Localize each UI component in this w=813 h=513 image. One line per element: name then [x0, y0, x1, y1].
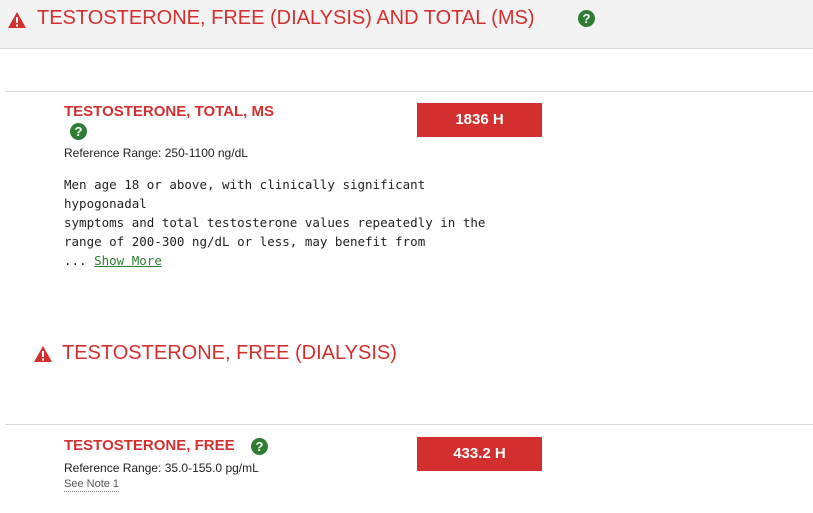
divider — [5, 91, 813, 92]
help-icon[interactable]: ? — [578, 10, 595, 27]
comment-ellipsis: ... — [64, 253, 95, 268]
help-icon[interactable]: ? — [251, 438, 268, 455]
show-more-link[interactable]: Show More — [94, 253, 162, 268]
warning-triangle-icon — [34, 346, 52, 362]
result-value-free: 433.2 H — [417, 437, 542, 471]
panel-header: TESTOSTERONE, FREE (DIALYSIS) AND TOTAL … — [0, 0, 813, 49]
help-icon[interactable]: ? — [70, 123, 87, 140]
test-name-total: TESTOSTERONE, TOTAL, MS — [64, 103, 275, 120]
comment-line: hypogonadal — [64, 196, 147, 211]
comment-line: symptoms and total testosterone values r… — [64, 215, 486, 230]
reference-range-free: Reference Range: 35.0-155.0 pg/mL — [64, 461, 259, 475]
result-comment: Men age 18 or above, with clinically sig… — [64, 175, 554, 270]
comment-line: Men age 18 or above, with clinically sig… — [64, 177, 426, 192]
warning-triangle-icon — [8, 12, 26, 28]
result-value-total: 1836 H — [417, 103, 542, 137]
reference-range-total: Reference Range: 250-1100 ng/dL — [64, 146, 248, 160]
comment-line: ... Show More — [64, 251, 554, 270]
section-title-free-dialysis: TESTOSTERONE, FREE (DIALYSIS) — [62, 342, 397, 364]
test-name-free: TESTOSTERONE, FREE — [64, 437, 235, 454]
panel-title: TESTOSTERONE, FREE (DIALYSIS) AND TOTAL … — [37, 7, 535, 29]
divider — [5, 424, 813, 425]
comment-line: range of 200-300 ng/dL or less, may bene… — [64, 234, 426, 249]
see-note-link[interactable]: See Note 1 — [64, 478, 120, 492]
